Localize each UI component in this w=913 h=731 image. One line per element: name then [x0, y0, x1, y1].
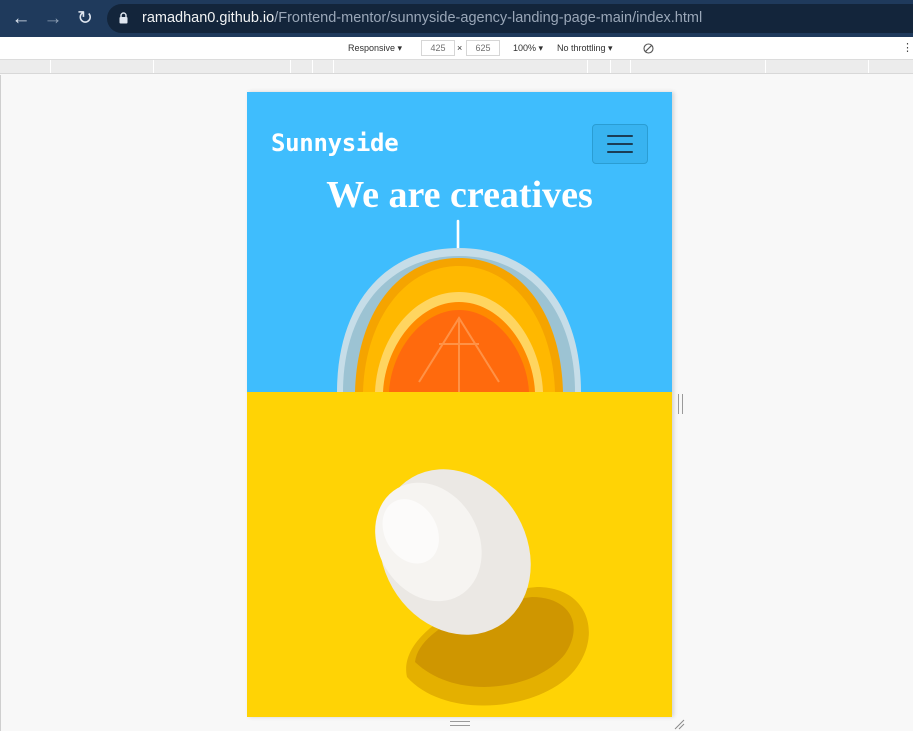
device-select[interactable]: Responsive ▾: [348, 43, 402, 54]
url-text[interactable]: ramadhan0.github.io/Frontend-mentor/sunn…: [142, 10, 702, 27]
hero-section: Sunnyside We are creatives: [247, 92, 672, 392]
width-input[interactable]: 425: [421, 40, 455, 56]
device-viewport: Sunnyside We are creatives: [247, 92, 672, 717]
media-query-ruler: [0, 60, 913, 74]
resize-handle-bottom[interactable]: [450, 721, 470, 726]
forward-icon[interactable]: →: [41, 7, 65, 31]
rotate-icon[interactable]: [643, 43, 654, 54]
throttling-label: No throttling: [557, 43, 606, 53]
address-bar[interactable]: ramadhan0.github.io/Frontend-mentor/sunn…: [107, 4, 913, 33]
lock-icon: [119, 12, 128, 24]
url-path: /Frontend-mentor/sunnyside-agency-landin…: [274, 10, 703, 26]
throttling-select[interactable]: No throttling ▾: [557, 43, 613, 54]
hamburger-menu-button[interactable]: [592, 124, 648, 164]
zoom-label: 100%: [513, 43, 537, 53]
reload-icon[interactable]: ↻: [73, 7, 97, 31]
resize-handle-right[interactable]: [678, 394, 683, 414]
egg-section: [247, 392, 672, 717]
site-logo[interactable]: Sunnyside: [271, 129, 399, 157]
devtools-edge: [0, 75, 1, 731]
device-label: Responsive: [348, 43, 396, 53]
resize-handle-corner[interactable]: [674, 719, 685, 730]
more-vertical-icon[interactable]: ⋮: [902, 42, 913, 54]
dimension-separator: ×: [457, 43, 463, 53]
orange-glass-image: [337, 248, 581, 392]
browser-toolbar: ← → ↻ ramadhan0.github.io/Frontend-mento…: [0, 0, 913, 37]
height-input[interactable]: 625: [466, 40, 500, 56]
egg-image: [375, 469, 589, 706]
device-toolbar: Responsive ▾ 425 × 625 100% ▾ No throttl…: [0, 37, 913, 60]
hero-title: We are creatives: [326, 174, 593, 216]
zoom-select[interactable]: 100% ▾: [513, 43, 543, 54]
back-icon[interactable]: ←: [9, 7, 33, 31]
url-host: ramadhan0.github.io: [142, 10, 275, 26]
